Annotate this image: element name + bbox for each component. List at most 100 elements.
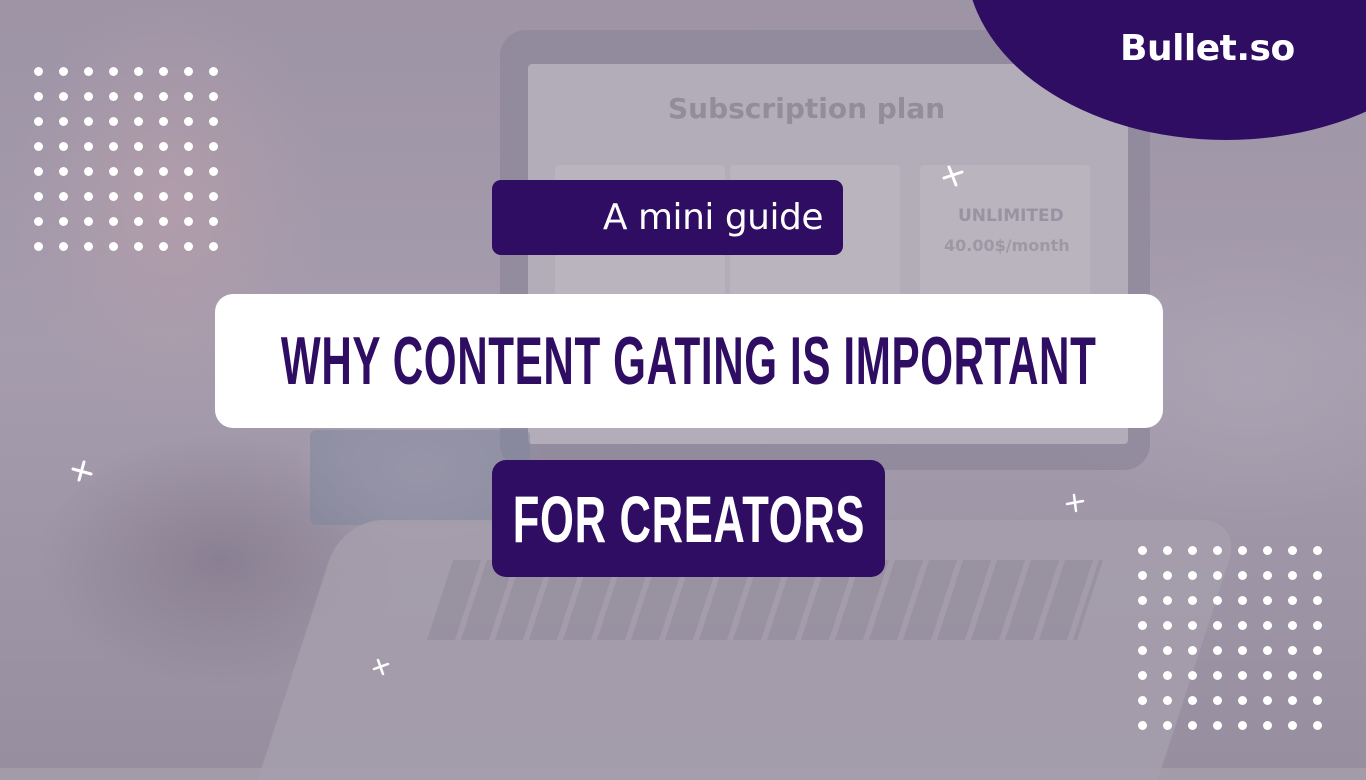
dot <box>134 92 143 101</box>
dot <box>34 242 43 251</box>
dot <box>1138 671 1147 680</box>
dot <box>209 92 218 101</box>
headline-title: WHY CONTENT GATING IS IMPORTANT <box>281 323 1097 399</box>
dot <box>209 242 218 251</box>
dot <box>1238 571 1247 580</box>
dot <box>1188 621 1197 630</box>
dot <box>184 67 193 76</box>
dot <box>34 192 43 201</box>
dot <box>59 167 68 176</box>
dot <box>1163 696 1172 705</box>
dot <box>184 117 193 126</box>
dot <box>184 92 193 101</box>
dot <box>134 67 143 76</box>
dot <box>1213 571 1222 580</box>
subtitle-text: FOR CREATORS <box>512 481 865 556</box>
dot <box>109 67 118 76</box>
dot <box>1288 571 1297 580</box>
dot <box>159 67 168 76</box>
dot <box>1188 696 1197 705</box>
dot <box>1263 671 1272 680</box>
dot <box>209 217 218 226</box>
dot <box>109 192 118 201</box>
dot <box>109 117 118 126</box>
dot <box>1188 646 1197 655</box>
dot <box>1313 621 1322 630</box>
background-plan-price: 40.00$/month <box>944 236 1070 255</box>
dot <box>34 92 43 101</box>
dot <box>1138 571 1147 580</box>
dot <box>1238 696 1247 705</box>
dot <box>84 167 93 176</box>
dot <box>84 142 93 151</box>
dot <box>1188 571 1197 580</box>
dot <box>159 142 168 151</box>
dot <box>134 142 143 151</box>
dot <box>1188 596 1197 605</box>
dot <box>1138 646 1147 655</box>
dot <box>1213 646 1222 655</box>
dot <box>1263 721 1272 730</box>
dot <box>1163 621 1172 630</box>
subtitle-pill: FOR CREATORS <box>492 460 885 577</box>
dot <box>1163 671 1172 680</box>
dot <box>1163 646 1172 655</box>
dot <box>1288 546 1297 555</box>
dot <box>1163 596 1172 605</box>
dot <box>184 167 193 176</box>
dot <box>159 117 168 126</box>
dot <box>59 92 68 101</box>
dot <box>134 192 143 201</box>
dot <box>84 67 93 76</box>
dot <box>59 142 68 151</box>
dot <box>134 167 143 176</box>
dot <box>109 142 118 151</box>
dot <box>184 142 193 151</box>
dot <box>159 92 168 101</box>
dot <box>1238 671 1247 680</box>
sparkle-icon <box>940 163 966 189</box>
dot <box>59 192 68 201</box>
dot <box>159 242 168 251</box>
dot <box>34 117 43 126</box>
dot <box>84 242 93 251</box>
dot <box>1213 546 1222 555</box>
dot <box>134 242 143 251</box>
dot <box>1263 696 1272 705</box>
dot <box>1313 596 1322 605</box>
dot <box>1288 596 1297 605</box>
dot <box>184 217 193 226</box>
dot <box>1288 671 1297 680</box>
dot <box>59 117 68 126</box>
dot <box>109 92 118 101</box>
dot <box>1138 546 1147 555</box>
dot <box>59 67 68 76</box>
dot <box>109 242 118 251</box>
dot <box>1188 546 1197 555</box>
dot <box>1263 546 1272 555</box>
dot <box>1238 546 1247 555</box>
dot <box>84 92 93 101</box>
dot <box>184 242 193 251</box>
dot <box>1213 671 1222 680</box>
dot <box>1263 571 1272 580</box>
dot <box>1313 671 1322 680</box>
dot <box>1313 571 1322 580</box>
dot <box>1238 621 1247 630</box>
dot <box>109 167 118 176</box>
dot <box>84 217 93 226</box>
dot <box>1163 571 1172 580</box>
dot <box>1138 621 1147 630</box>
dot <box>84 192 93 201</box>
headline-banner: WHY CONTENT GATING IS IMPORTANT <box>215 294 1163 428</box>
dot <box>1213 596 1222 605</box>
dot <box>134 117 143 126</box>
dot <box>1238 721 1247 730</box>
dot <box>1213 621 1222 630</box>
dot <box>1313 646 1322 655</box>
dot <box>1263 646 1272 655</box>
dot <box>34 142 43 151</box>
dot <box>134 217 143 226</box>
dot <box>159 167 168 176</box>
brand-logo-text: Bullet.so <box>1120 28 1295 69</box>
